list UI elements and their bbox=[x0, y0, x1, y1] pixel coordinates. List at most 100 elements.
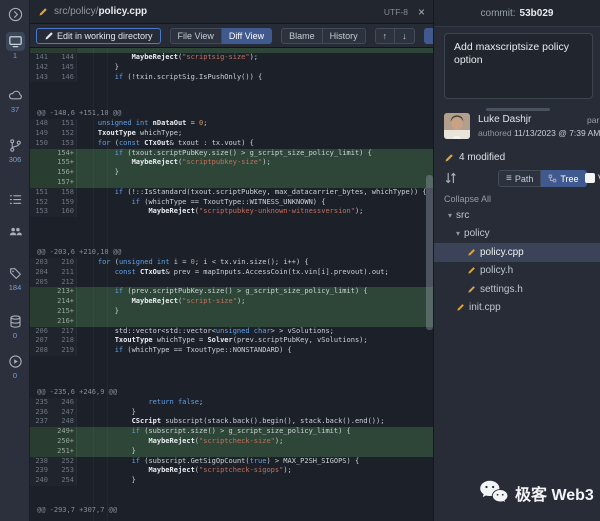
diff-line: 206217 std::vector<std::vector<unsigned … bbox=[30, 327, 433, 337]
indent-guide bbox=[107, 48, 108, 521]
avatar bbox=[444, 113, 470, 139]
line-code: } bbox=[76, 307, 433, 317]
button-history[interactable]: History bbox=[323, 28, 366, 44]
diff-line: 203210 for (unsigned int i = 0; i < tx.v… bbox=[30, 258, 433, 268]
close-icon[interactable]: × bbox=[418, 6, 425, 18]
diff-code-area[interactable]: 141144 MaybeReject("scriptsig-size");142… bbox=[30, 48, 433, 521]
rail-item-database[interactable]: 0 bbox=[0, 312, 30, 340]
line-number-old bbox=[30, 149, 52, 159]
line-code: CScript subscript(stack.back().begin(), … bbox=[76, 417, 433, 427]
rail-item-chevron-circle[interactable] bbox=[0, 5, 30, 24]
breadcrumb-path: src/policy/ bbox=[54, 6, 98, 17]
pencil-icon bbox=[467, 285, 476, 294]
line-code: MaybeReject("scriptsig-size"); bbox=[76, 53, 433, 63]
tree-item-policy-cpp[interactable]: policy.cpp bbox=[434, 243, 600, 262]
rail-badge: 0 bbox=[13, 332, 17, 340]
line-code: MaybeReject("scriptcheck-size"); bbox=[76, 437, 433, 447]
line-number-new: 158 bbox=[52, 188, 76, 198]
watermark: 极客 Web3 bbox=[478, 479, 594, 506]
line-code: TxoutType whichType; bbox=[76, 129, 433, 139]
line-code: if (whichType == TxoutType::NONSTANDARD)… bbox=[76, 346, 433, 356]
line-number-old bbox=[30, 158, 52, 168]
rail-badge: 1 bbox=[13, 52, 17, 60]
resize-handle[interactable] bbox=[486, 108, 550, 111]
diff-editor-panel: src/policy/policy.cpp UTF-8 × Edit in wo… bbox=[30, 0, 433, 521]
breadcrumb-file: policy.cpp bbox=[98, 6, 147, 17]
next-change-button[interactable]: ↓ bbox=[395, 28, 415, 44]
cloud-icon bbox=[8, 88, 23, 103]
line-number-new: 254 bbox=[52, 476, 76, 486]
line-number-new: 251+ bbox=[52, 447, 76, 457]
tree-icon bbox=[548, 174, 557, 183]
sort-icon[interactable] bbox=[444, 171, 458, 185]
collapse-all-button[interactable]: Collapse All bbox=[444, 194, 491, 204]
diff-line: 155+ MaybeReject("scriptpubkey-size"); bbox=[30, 158, 433, 168]
chevron-circle-icon bbox=[8, 7, 23, 22]
edit-working-directory-button[interactable]: Edit in working directory bbox=[36, 28, 161, 44]
view-button-diff-view[interactable]: Diff View bbox=[222, 28, 272, 44]
diff-line: 157+ bbox=[30, 178, 433, 188]
line-code: return false; bbox=[76, 398, 433, 408]
rail-item-list[interactable] bbox=[0, 190, 30, 209]
commit-sidebar: commit: 53b029 Add maxscriptsize policy … bbox=[433, 0, 600, 521]
line-number-old bbox=[30, 307, 52, 317]
line-code: MaybeReject("scriptpubkey-size"); bbox=[76, 158, 433, 168]
line-number-new: 145 bbox=[52, 63, 76, 73]
users-icon bbox=[8, 224, 23, 239]
diff-line: 149152 TxoutType whichType; bbox=[30, 129, 433, 139]
line-code: const CTxOut& prev = mapInputs.AccessCoi… bbox=[76, 268, 433, 278]
line-code: TxoutType whichType = Solver(prev.script… bbox=[76, 336, 433, 346]
line-number-old bbox=[30, 297, 52, 307]
hunk-gap bbox=[30, 82, 433, 109]
display-icon bbox=[8, 34, 23, 49]
rail-item-tag[interactable]: 184 bbox=[0, 264, 30, 292]
line-number-new: 216+ bbox=[52, 317, 76, 327]
diff-line: 251+ } bbox=[30, 447, 433, 457]
authored-label: authored bbox=[478, 128, 512, 138]
line-number-new: 212 bbox=[52, 278, 76, 288]
parent-label-fragment: par bbox=[587, 115, 599, 125]
hunk-header: @@ -293,7 +307,7 @@ bbox=[30, 506, 433, 516]
diff-line: 238252 if (subscript.GetSigOpCount(true)… bbox=[30, 457, 433, 467]
viewed-checkbox[interactable] bbox=[585, 173, 595, 183]
line-number-old: 204 bbox=[30, 268, 52, 278]
rail-item-cloud[interactable]: 37 bbox=[0, 86, 30, 114]
view-button-file-view[interactable]: File View bbox=[170, 28, 222, 44]
diff-line: 239253 MaybeReject("scriptcheck-sigops")… bbox=[30, 466, 433, 476]
tree-view-button[interactable]: Tree bbox=[541, 170, 586, 187]
line-number-old: 142 bbox=[30, 63, 52, 73]
line-code: if (txout.scriptPubKey.size() > g_script… bbox=[76, 149, 433, 159]
line-number-new: 157+ bbox=[52, 178, 76, 188]
tree-item-policy-h[interactable]: policy.h bbox=[434, 262, 600, 281]
line-code: if (prev.scriptPubKey.size() > g_script_… bbox=[76, 287, 433, 297]
tree-item-label: policy bbox=[464, 228, 490, 239]
rail-item-users[interactable] bbox=[0, 222, 30, 241]
rail-item-play[interactable]: 0 bbox=[0, 352, 30, 380]
tree-item-settings-h[interactable]: settings.h bbox=[434, 280, 600, 299]
rail-item-branch[interactable]: 306 bbox=[0, 136, 30, 164]
file-tree: ▾src▾policypolicy.cpppolicy.hsettings.hi… bbox=[434, 206, 600, 317]
modified-pencil-icon bbox=[444, 153, 454, 163]
commit-header: commit: 53b029 bbox=[434, 0, 600, 27]
diff-line: 153160 MaybeReject("scriptpubkey-unknown… bbox=[30, 207, 433, 217]
line-code bbox=[76, 278, 433, 288]
rail-item-display[interactable]: 1 bbox=[0, 32, 30, 60]
line-number-old: 152 bbox=[30, 198, 52, 208]
line-code: if (!txin.scriptSig.IsPushOnly()) { bbox=[76, 73, 433, 83]
line-number-old: 148 bbox=[30, 119, 52, 129]
diff-line: 142145 } bbox=[30, 63, 433, 73]
line-number-old: 143 bbox=[30, 73, 52, 83]
line-number-new: 213+ bbox=[52, 287, 76, 297]
tree-item-policy[interactable]: ▾policy bbox=[434, 225, 600, 244]
diff-line: 156+ } bbox=[30, 168, 433, 178]
previous-change-button[interactable]: ↑ bbox=[375, 28, 396, 44]
tree-item-init-cpp[interactable]: init.cpp bbox=[434, 299, 600, 318]
diff-line: 249+ if (subscript.size() > g_script_siz… bbox=[30, 427, 433, 437]
editor-scrollbar-thumb[interactable] bbox=[426, 175, 433, 330]
line-number-new: 154+ bbox=[52, 149, 76, 159]
path-view-button[interactable]: ≡Path bbox=[498, 170, 541, 187]
branch-icon bbox=[8, 138, 23, 153]
tree-item-src[interactable]: ▾src bbox=[434, 206, 600, 225]
file-tab[interactable]: src/policy/policy.cpp UTF-8 × bbox=[30, 0, 433, 24]
button-blame[interactable]: Blame bbox=[281, 28, 323, 44]
